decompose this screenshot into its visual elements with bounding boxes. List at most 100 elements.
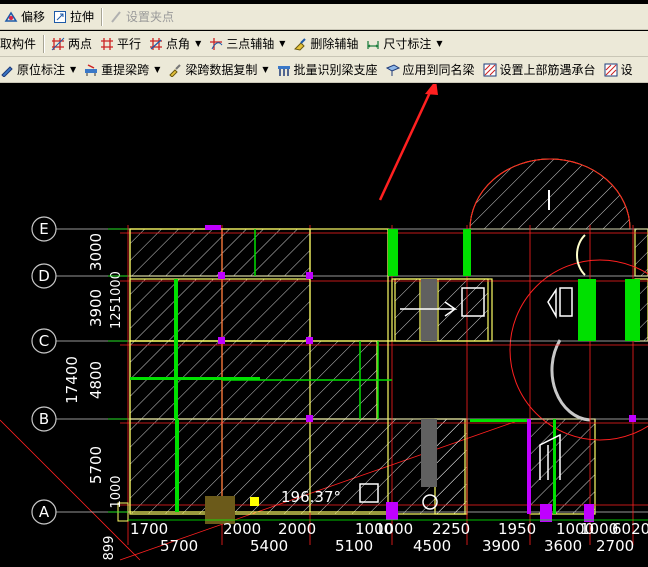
set-top-bar-button[interactable]: 设置上部筋遇承台 bbox=[479, 59, 600, 81]
pick-member-label: 取构件 bbox=[0, 37, 37, 51]
three-point-axis-icon bbox=[209, 37, 223, 51]
axis-bubbles: E D C B A bbox=[31, 216, 57, 525]
parallel-button[interactable]: 平行 bbox=[96, 33, 145, 55]
dimension-label: 尺寸标注 bbox=[383, 37, 432, 51]
dim-left: 4800 bbox=[87, 361, 105, 399]
parallel-axis-icon bbox=[100, 37, 114, 51]
brush-icon bbox=[168, 63, 182, 77]
set-top-bar-label: 设置上部筋遇承台 bbox=[499, 63, 596, 77]
dim-bottom: 2000 bbox=[278, 520, 316, 538]
support-icon bbox=[277, 63, 291, 77]
re-pick-span-label: 重提梁跨 bbox=[101, 63, 150, 77]
left-dimensions: 3000 3900 4800 5700 17400 1251000 1000 8… bbox=[63, 233, 124, 561]
chevron-down-icon[interactable]: ▼ bbox=[279, 39, 285, 48]
dim-bottom: 5400 bbox=[250, 537, 288, 555]
eraser-icon bbox=[293, 37, 307, 51]
two-point-axis-icon bbox=[51, 37, 65, 51]
separator bbox=[101, 7, 103, 26]
dim-left: 3000 bbox=[87, 233, 105, 271]
point-angle-button[interactable]: 点角 ▼ bbox=[145, 33, 205, 55]
dim-bottom: 5700 bbox=[160, 537, 198, 555]
cad-drawing[interactable]: E D C B A 3000 3900 4800 5700 17400 1251… bbox=[0, 84, 648, 567]
offset-button[interactable]: 偏移 bbox=[0, 6, 49, 28]
separator bbox=[43, 34, 45, 53]
toolbar-row-2: 取构件 两点 平行 点角 ▼ 三点辅轴 ▼ 删除辅轴 尺寸标注 ▼ bbox=[0, 31, 648, 57]
dim-extra: 899 bbox=[102, 536, 117, 561]
stretch-icon bbox=[53, 10, 67, 24]
two-point-button[interactable]: 两点 bbox=[47, 33, 96, 55]
dim-total: 17400 bbox=[63, 356, 81, 404]
dim-bottom: 2250 bbox=[432, 520, 470, 538]
axis-label-c: C bbox=[39, 332, 49, 350]
pencil-icon bbox=[0, 63, 14, 77]
dim-bottom: 3600 bbox=[544, 537, 582, 555]
dimension-icon bbox=[366, 37, 380, 51]
columns bbox=[421, 279, 437, 487]
batch-identify-support-button[interactable]: 批量识别梁支座 bbox=[273, 59, 382, 81]
dim-bottom: 6020 bbox=[612, 520, 648, 538]
delete-aux-button[interactable]: 删除辅轴 bbox=[289, 33, 362, 55]
stretch-button[interactable]: 拉伸 bbox=[49, 6, 98, 28]
dim-extra: 1000 bbox=[109, 475, 124, 508]
chevron-down-icon[interactable]: ▼ bbox=[262, 65, 268, 74]
beam-span-icon bbox=[84, 63, 98, 77]
chevron-down-icon[interactable]: ▼ bbox=[70, 65, 76, 74]
dim-bottom: 3900 bbox=[482, 537, 520, 555]
batch-identify-support-label: 批量识别梁支座 bbox=[293, 63, 378, 77]
delete-aux-label: 删除辅轴 bbox=[310, 37, 359, 51]
parallel-label: 平行 bbox=[117, 37, 142, 51]
annotation-arrow bbox=[378, 87, 434, 201]
point-angle-label: 点角 bbox=[166, 37, 191, 51]
yellow-marker bbox=[250, 497, 259, 506]
offset-icon bbox=[4, 10, 18, 24]
axis-label-a: A bbox=[39, 503, 50, 521]
copy-span-data-button[interactable]: 梁跨数据复制 ▼ bbox=[164, 59, 272, 81]
bottom-dimensions-row-2: 5700 5400 5100 4500 3900 3600 2700 bbox=[160, 537, 634, 555]
set-grip-button[interactable]: 设置夹点 bbox=[105, 6, 178, 28]
grip-icon bbox=[109, 10, 123, 24]
two-point-label: 两点 bbox=[68, 37, 93, 51]
stretch-label: 拉伸 bbox=[70, 10, 95, 24]
in-situ-label-text: 原位标注 bbox=[17, 63, 66, 77]
angle-label: 196.37° bbox=[281, 488, 341, 506]
grey-arc bbox=[550, 339, 591, 422]
pick-member-button[interactable]: 取构件 bbox=[0, 33, 40, 55]
set-grip-label: 设置夹点 bbox=[126, 10, 175, 24]
axis-label-b: B bbox=[39, 410, 49, 428]
copy-span-data-label: 梁跨数据复制 bbox=[185, 63, 258, 77]
dim-bottom: 2700 bbox=[596, 537, 634, 555]
set-more-label: 设 bbox=[620, 63, 633, 77]
dim-bottom: 5100 bbox=[335, 537, 373, 555]
dim-extra: 1251000 bbox=[109, 271, 124, 329]
axis-label-d: D bbox=[38, 267, 50, 285]
rebar-icon bbox=[604, 63, 618, 77]
chevron-down-icon[interactable]: ▼ bbox=[436, 39, 442, 48]
dimension-button[interactable]: 尺寸标注 ▼ bbox=[362, 33, 446, 55]
rebar-icon bbox=[483, 63, 497, 77]
chevron-down-icon[interactable]: ▼ bbox=[195, 39, 201, 48]
three-point-aux-label: 三点辅轴 bbox=[226, 37, 275, 51]
set-more-button[interactable]: 设 bbox=[600, 59, 637, 81]
cad-canvas[interactable]: E D C B A 3000 3900 4800 5700 17400 1251… bbox=[0, 84, 648, 567]
toolbar-row-3: 原位标注 ▼ 重提梁跨 ▼ 梁跨数据复制 ▼ 批量识别梁支座 应用到同名梁 设置… bbox=[0, 57, 648, 83]
dim-bottom: 1000 bbox=[375, 520, 413, 538]
dim-bottom: 2000 bbox=[223, 520, 261, 538]
arrow-head-icon bbox=[425, 84, 438, 95]
three-point-aux-button[interactable]: 三点辅轴 ▼ bbox=[205, 33, 289, 55]
axis-label-e: E bbox=[39, 220, 48, 238]
apply-same-name-button[interactable]: 应用到同名梁 bbox=[382, 59, 479, 81]
dim-bottom: 1700 bbox=[130, 520, 168, 538]
in-situ-label-button[interactable]: 原位标注 ▼ bbox=[0, 59, 80, 81]
dim-bottom: 1950 bbox=[498, 520, 536, 538]
offset-label: 偏移 bbox=[21, 10, 46, 24]
dim-left: 3900 bbox=[87, 289, 105, 327]
chevron-down-icon[interactable]: ▼ bbox=[154, 65, 160, 74]
point-angle-icon bbox=[149, 37, 163, 51]
small-arc bbox=[576, 234, 586, 276]
apply-same-name-label: 应用到同名梁 bbox=[402, 63, 475, 77]
apply-beam-icon bbox=[385, 63, 400, 77]
re-pick-span-button[interactable]: 重提梁跨 ▼ bbox=[80, 59, 164, 81]
dim-bottom: 4500 bbox=[413, 537, 451, 555]
toolbar-row-1: 偏移 拉伸 设置夹点 bbox=[0, 4, 648, 30]
dim-left: 5700 bbox=[87, 446, 105, 484]
